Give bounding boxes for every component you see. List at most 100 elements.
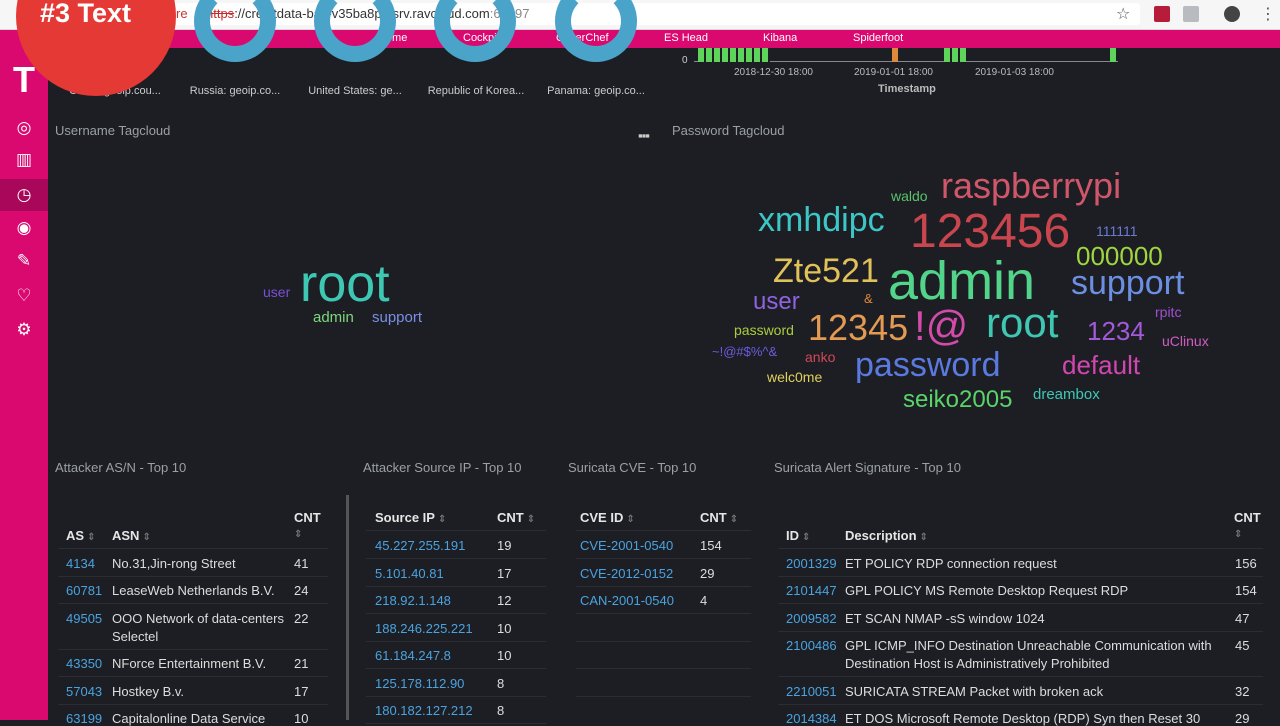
monitoring-heartbeat-icon[interactable]: ♡: [0, 280, 48, 312]
tag-word[interactable]: password: [855, 348, 1001, 382]
row-divider: [58, 603, 328, 604]
tag-word[interactable]: root: [300, 258, 390, 310]
column-header-cnt[interactable]: CNT ⇕: [700, 510, 738, 525]
extension-icon[interactable]: [1154, 6, 1170, 22]
as-number-link[interactable]: 60781: [66, 583, 102, 598]
profile-avatar[interactable]: [1224, 6, 1240, 22]
as-number-link[interactable]: 49505: [66, 611, 102, 626]
timelion-mask-icon[interactable]: ◉: [0, 212, 48, 244]
tag-word[interactable]: 111111: [1096, 224, 1138, 238]
column-header-cve-id[interactable]: CVE ID ⇕: [580, 510, 635, 525]
as-number-link[interactable]: 43350: [66, 656, 102, 671]
table-scrollbar[interactable]: [346, 495, 349, 720]
nav-link-es-head[interactable]: ES Head: [664, 32, 708, 44]
row-divider: [778, 631, 1263, 632]
source-ip-link[interactable]: 218.92.1.148: [375, 593, 451, 608]
password-tagcloud-title: Password Tagcloud: [672, 123, 785, 138]
asn-name: No.31,Jin-rong Street: [112, 556, 236, 571]
tag-word[interactable]: ~!@#$%^&: [712, 345, 777, 358]
signature-id-link[interactable]: 2210051: [786, 684, 837, 699]
dashboard-gauge-icon[interactable]: ◷: [0, 179, 48, 211]
column-header-cnt[interactable]: CNT ⇕: [294, 510, 321, 540]
bookmark-star-icon[interactable]: ☆: [1116, 4, 1130, 24]
tag-word[interactable]: &: [864, 292, 873, 305]
as-number-link[interactable]: 63199: [66, 711, 102, 726]
tag-word[interactable]: xmhdipc: [758, 203, 885, 237]
tag-word[interactable]: admin: [313, 310, 354, 325]
column-header-as[interactable]: AS ⇕: [66, 528, 95, 543]
signature-id-link[interactable]: 2014384: [786, 711, 837, 726]
signature-description: GPL ICMP_INFO Destination Unreachable Co…: [845, 638, 1212, 653]
column-header-cnt[interactable]: CNT ⇕: [497, 510, 535, 525]
tag-word[interactable]: uClinux: [1162, 334, 1209, 348]
signature-id-link[interactable]: 2100486: [786, 638, 837, 653]
nav-link-kibana[interactable]: Kibana: [763, 32, 797, 44]
tag-word[interactable]: dreambox: [1033, 387, 1100, 402]
column-header-description[interactable]: Description ⇕: [845, 528, 928, 543]
count-value: 29: [700, 565, 715, 581]
row-divider: [576, 695, 751, 697]
row-divider: [366, 613, 546, 614]
management-gear-icon[interactable]: ⚙: [0, 314, 48, 346]
country-donut[interactable]: [434, 0, 516, 62]
tag-word[interactable]: root: [986, 302, 1058, 344]
count-value: 24: [294, 583, 309, 598]
row-divider: [576, 668, 751, 669]
source-ip-link[interactable]: 5.101.40.81: [375, 566, 444, 581]
as-number-link[interactable]: 57043: [66, 684, 102, 699]
source-ip-link[interactable]: 180.182.127.212: [375, 703, 473, 718]
row-divider: [366, 695, 546, 697]
source-ip-link[interactable]: 125.178.112.90: [375, 676, 464, 691]
panel-options-icon[interactable]: ▪▪▪: [638, 128, 650, 143]
country-donut[interactable]: [555, 0, 637, 62]
tag-word[interactable]: default: [1062, 352, 1140, 378]
tag-word[interactable]: user: [753, 290, 800, 314]
tag-word[interactable]: Zte521: [773, 254, 879, 288]
source-ip-link[interactable]: 188.246.225.221: [375, 621, 473, 636]
row-divider: [58, 548, 328, 549]
tag-word[interactable]: anko: [805, 350, 835, 364]
tag-word[interactable]: support: [372, 310, 422, 325]
column-header-id[interactable]: ID ⇕: [786, 528, 810, 543]
count-value: 8: [497, 675, 505, 691]
as-number-link[interactable]: 4134: [66, 556, 95, 571]
devtools-wrench-icon[interactable]: ✎: [0, 245, 48, 277]
signature-id-link[interactable]: 2009582: [786, 611, 837, 626]
tag-word[interactable]: user: [263, 285, 290, 299]
country-donut[interactable]: [194, 0, 276, 62]
cve-id-link[interactable]: CVE-2001-0540: [580, 538, 673, 553]
histogram-bar: [1110, 48, 1116, 62]
column-header-asn[interactable]: ASN ⇕: [112, 528, 151, 543]
tag-word[interactable]: 1234: [1087, 318, 1145, 344]
tag-word[interactable]: rpitc: [1155, 305, 1181, 319]
row-divider: [58, 649, 328, 650]
cve-id-link[interactable]: CVE-2012-0152: [580, 566, 673, 581]
source-ip-link[interactable]: 45.227.255.191: [375, 538, 465, 553]
tag-word[interactable]: seiko2005: [903, 388, 1012, 412]
tag-word[interactable]: waldo: [891, 189, 928, 203]
tag-word[interactable]: support: [1071, 266, 1184, 300]
tag-word[interactable]: 12345: [808, 310, 908, 346]
tag-word[interactable]: 123456: [910, 208, 1070, 256]
row-divider: [576, 558, 751, 559]
source-ip-link[interactable]: 61.184.247.8: [375, 648, 451, 663]
visualize-chart-icon[interactable]: ▥: [0, 144, 48, 176]
tag-word[interactable]: welc0me: [767, 370, 822, 384]
tag-word[interactable]: raspberrypi: [941, 168, 1121, 204]
cve-id-link[interactable]: CAN-2001-0540: [580, 593, 674, 608]
nav-link-spiderfoot[interactable]: Spiderfoot: [853, 32, 903, 44]
signature-id-link[interactable]: 2101447: [786, 583, 837, 598]
browser-menu-icon[interactable]: ⋮: [1260, 4, 1276, 24]
discover-compass-icon[interactable]: ◎: [0, 112, 48, 144]
row-divider: [778, 548, 1263, 549]
column-header-cnt[interactable]: CNT ⇕: [1234, 510, 1261, 540]
extension-icon[interactable]: [1183, 6, 1199, 22]
signature-id-link[interactable]: 2001329: [786, 556, 837, 571]
signature-description: ET DOS Microsoft Remote Desktop (RDP) Sy…: [845, 711, 1201, 726]
tag-word[interactable]: password: [734, 323, 794, 337]
column-header-source-ip[interactable]: Source IP ⇕: [375, 510, 446, 525]
tag-word[interactable]: !@: [914, 305, 968, 347]
donut-label: Republic of Korea...: [427, 85, 525, 97]
country-donut[interactable]: [314, 0, 396, 62]
count-value: 45: [1235, 638, 1250, 653]
